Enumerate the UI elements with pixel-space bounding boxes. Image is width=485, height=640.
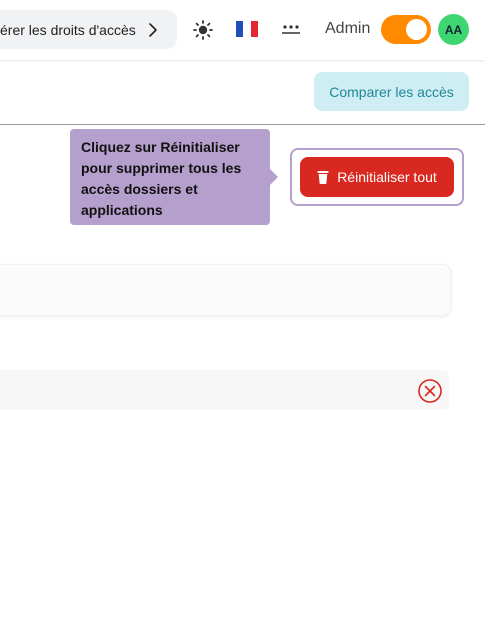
tour-tooltip-text: Cliquez sur Réinitialiser pour supprimer… <box>81 139 242 218</box>
breadcrumb-label: érer les droits d'accès <box>0 21 136 38</box>
tour-tooltip: Cliquez sur Réinitialiser pour supprimer… <box>70 129 270 225</box>
reset-all-button[interactable]: Réinitialiser tout <box>300 157 454 197</box>
trash-icon <box>317 171 329 184</box>
avatar-initials: AA <box>444 22 463 37</box>
toggle-knob <box>406 19 427 40</box>
breadcrumb[interactable]: érer les droits d'accès <box>0 10 177 49</box>
tour-tooltip-arrow <box>270 169 278 185</box>
close-circle-icon[interactable] <box>417 378 443 404</box>
password-dots-icon[interactable] <box>281 22 301 36</box>
admin-label: Admin <box>325 20 371 37</box>
divider <box>0 124 485 125</box>
reset-all-label: Réinitialiser tout <box>337 169 437 185</box>
sun-icon[interactable] <box>193 20 213 40</box>
access-row <box>0 370 449 410</box>
avatar[interactable]: AA <box>438 14 469 45</box>
compare-access-button[interactable]: Comparer les accès <box>314 72 469 111</box>
top-bar: érer les droits d'accès Admin AA <box>0 0 485 61</box>
france-flag-icon[interactable] <box>236 21 258 37</box>
access-card <box>0 264 451 316</box>
chevron-right-icon[interactable] <box>148 22 158 38</box>
admin-toggle[interactable] <box>381 15 431 44</box>
